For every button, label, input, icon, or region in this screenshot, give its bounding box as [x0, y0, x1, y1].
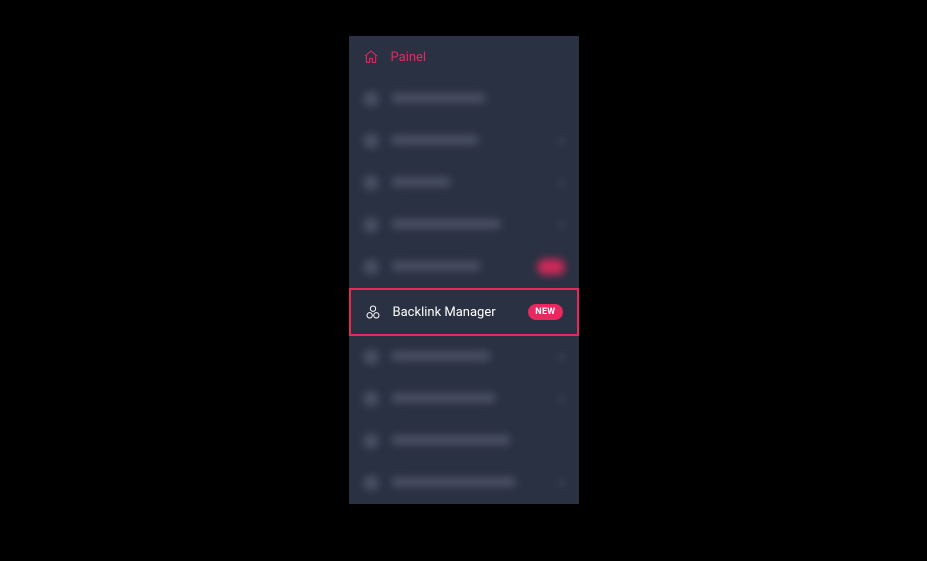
sidebar-item-label: Backlink Manager — [393, 305, 521, 320]
chevron-down-icon: ▾ — [559, 477, 565, 490]
blurred-icon — [363, 259, 379, 275]
sidebar-item-blurred[interactable]: ▾ — [349, 378, 579, 420]
sidebar-item-label-blurred — [391, 176, 559, 191]
home-icon — [363, 49, 379, 65]
sidebar-item-blurred[interactable]: ▾ — [349, 162, 579, 204]
sidebar-item-label-blurred — [391, 218, 559, 233]
blurred-icon — [363, 91, 379, 107]
sidebar-item-label-blurred — [391, 476, 559, 491]
badge-blurred — [537, 259, 565, 275]
blurred-icon — [363, 349, 379, 365]
sidebar-item-painel[interactable]: Painel — [349, 36, 579, 78]
sidebar-item-blurred[interactable] — [349, 246, 579, 288]
sidebar-item-label: Painel — [391, 50, 565, 65]
new-badge: NEW — [528, 304, 562, 320]
blurred-icon — [363, 433, 379, 449]
chevron-down-icon: ▾ — [559, 177, 565, 190]
sidebar-item-blurred[interactable]: ▾ — [349, 120, 579, 162]
sidebar-item-label-blurred — [391, 392, 559, 407]
sidebar-item-blurred[interactable]: ▾ — [349, 336, 579, 378]
link-chain-icon — [365, 304, 381, 320]
blurred-icon — [363, 175, 379, 191]
blurred-icon — [363, 217, 379, 233]
sidebar-item-label-blurred — [391, 350, 559, 365]
sidebar-item-label-blurred — [391, 260, 529, 275]
blurred-icon — [363, 391, 379, 407]
sidebar-item-blurred[interactable] — [349, 78, 579, 120]
sidebar-item-blurred[interactable]: ▾ — [349, 462, 579, 504]
chevron-down-icon: ▾ — [559, 135, 565, 148]
sidebar-item-backlink-manager[interactable]: Backlink Manager NEW — [349, 288, 579, 336]
sidebar-item-label-blurred — [391, 92, 565, 107]
blurred-icon — [363, 133, 379, 149]
chevron-down-icon: ▾ — [559, 393, 565, 406]
sidebar-item-blurred[interactable] — [349, 420, 579, 462]
chevron-down-icon: ▾ — [559, 351, 565, 364]
sidebar-item-blurred[interactable]: ▾ — [349, 204, 579, 246]
blurred-icon — [363, 475, 379, 491]
chevron-down-icon: ▾ — [559, 219, 565, 232]
sidebar-item-label-blurred — [391, 134, 559, 149]
sidebar: Painel ▾ ▾ ▾ Backlink Manager NEW ▾ ▾ ▾ — [349, 36, 579, 504]
sidebar-item-label-blurred — [391, 434, 565, 449]
